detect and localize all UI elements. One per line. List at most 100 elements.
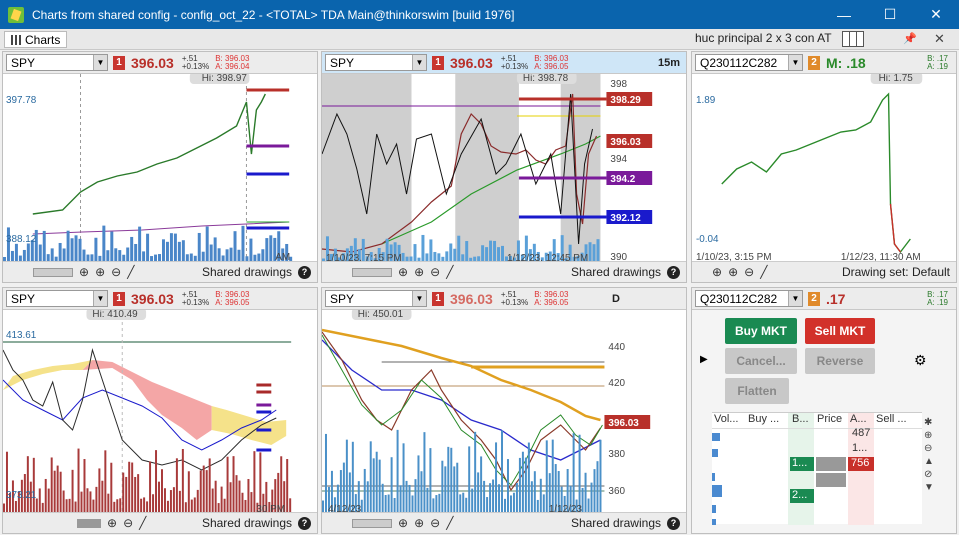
drawing-set-selector[interactable]: Shared drawings [202, 265, 292, 279]
close-button[interactable]: ✕ [913, 0, 959, 29]
drawing-line-icon[interactable]: ╱ [446, 516, 453, 530]
symbol-selector[interactable]: SPY ▼ [6, 54, 108, 71]
zoom-out-icon[interactable]: ⊖ [111, 265, 121, 279]
drawing-line-icon[interactable]: ╱ [446, 265, 453, 279]
crosshair-icon[interactable]: ⊕ [398, 516, 408, 530]
crosshair-icon[interactable]: ⊕ [712, 265, 722, 279]
expand-chevron-icon[interactable]: ▶ [700, 354, 708, 365]
flatten-button[interactable]: Flatten [725, 378, 789, 404]
help-icon[interactable]: ? [667, 516, 680, 530]
window-close-x-icon[interactable]: ✕ [934, 31, 945, 47]
link-group-badge[interactable]: 2 [808, 55, 820, 70]
maximize-button[interactable]: ☐ [867, 0, 913, 29]
chevron-down-icon[interactable]: ▼ [788, 291, 802, 306]
col-ask-size[interactable]: A... [848, 413, 874, 428]
chart-canvas[interactable]: Hi: 450.01 396.03 440 420 380 360 4/12/2… [322, 310, 686, 514]
settings-small-icon[interactable]: ✱ [924, 416, 934, 429]
symbol-selector[interactable]: SPY ▼ [325, 290, 427, 307]
crosshair-icon[interactable]: ⊕ [398, 265, 408, 279]
symbol-selector[interactable]: Q230112C282 ▼ [695, 54, 803, 71]
price-chart[interactable]: Hi: 398.97 397.78 388.12 AM [3, 74, 317, 263]
chevron-down-icon[interactable]: ▼ [412, 55, 426, 70]
zoom-in-icon[interactable]: ⊕ [95, 265, 105, 279]
zoom-out-icon[interactable]: ⊖ [430, 265, 440, 279]
link-group-badge[interactable]: 1 [432, 55, 444, 70]
center-icon[interactable]: ⊘ [924, 468, 934, 481]
horizontal-scroller[interactable] [33, 267, 73, 277]
zoom-out-icon[interactable]: ⊖ [123, 516, 133, 530]
drawing-set-selector[interactable]: Drawing set: Default [842, 265, 950, 279]
scroll-down-icon[interactable]: ▼ [924, 481, 934, 494]
drawing-line-icon[interactable]: ╱ [760, 265, 767, 279]
minimize-button[interactable]: — [821, 0, 867, 29]
link-group-badge[interactable]: 1 [432, 291, 444, 306]
col-buy-orders[interactable]: Buy ... [744, 413, 788, 428]
bottom-price-label: -0.04 [696, 234, 719, 245]
chevron-down-icon[interactable]: ▼ [788, 55, 802, 70]
horizontal-scroller[interactable] [77, 518, 101, 528]
bid-cell-1[interactable]: 1... [790, 457, 814, 471]
drawing-set-selector[interactable]: Shared drawings [571, 265, 661, 279]
zoom-out-icon[interactable]: ⊖ [924, 442, 934, 455]
link-group-badge[interactable]: 2 [808, 291, 820, 306]
chevron-down-icon[interactable]: ▼ [93, 55, 107, 70]
link-group-badge[interactable]: 1 [113, 55, 125, 70]
zoom-out-icon[interactable]: ⊖ [744, 265, 754, 279]
zoom-in-icon[interactable]: ⊕ [414, 265, 424, 279]
zoom-in-icon[interactable]: ⊕ [107, 516, 117, 530]
bid-cell-2[interactable]: 2... [790, 489, 814, 503]
scroll-up-icon[interactable]: ▲ [924, 455, 934, 468]
sell-market-button[interactable]: Sell MKT [805, 318, 875, 344]
col-sell-orders[interactable]: Sell ... [874, 413, 922, 428]
chart-canvas[interactable]: Hi: 398.97 397.78 388.12 AM [3, 74, 317, 263]
price-ladder[interactable]: Vol... Buy ... B... Price A... Sell ... … [712, 412, 922, 525]
price-chart[interactable]: Hi: 450.01 396.03 440 420 380 360 4/12/2… [322, 310, 686, 514]
link-group-badge[interactable]: 1 [113, 291, 125, 306]
price-chart[interactable]: Hi: 398.78 398.29 396.03 394.2 392.12 39… [322, 74, 686, 263]
symbol-selector[interactable]: SPY ▼ [6, 290, 108, 307]
horizontal-scroller[interactable] [352, 518, 392, 528]
crosshair-icon[interactable]: ⊕ [79, 265, 89, 279]
price-chart[interactable]: Hi: 410.49 413.61 373.21 30 PM [3, 310, 317, 514]
pin-icon[interactable]: 📌 [903, 32, 917, 45]
chevron-down-icon[interactable]: ▼ [412, 291, 426, 306]
drawing-set-selector[interactable]: Shared drawings [571, 516, 661, 530]
window-title-bar: Charts from shared config - config_oct_2… [0, 0, 959, 29]
symbol-selector[interactable]: SPY ▼ [325, 54, 427, 71]
price-cell-current[interactable] [816, 457, 846, 471]
grid-layout-icon[interactable] [842, 31, 864, 47]
zoom-out-icon[interactable]: ⊖ [430, 516, 440, 530]
drawing-line-icon[interactable]: ╱ [139, 516, 146, 530]
zoom-in-icon[interactable]: ⊕ [728, 265, 738, 279]
price-chart[interactable]: Hi: 1.75 1.89 -0.04 1/10/23, 3:15 PM 1/1… [692, 74, 956, 263]
drawing-line-icon[interactable]: ╱ [127, 265, 134, 279]
ladder-controls: ✱ ⊕ ⊖ ▲ ⊘ ▼ [924, 416, 934, 494]
zoom-in-icon[interactable]: ⊕ [924, 429, 934, 442]
chart-canvas[interactable]: Hi: 398.78 398.29 396.03 394.2 392.12 39… [322, 74, 686, 263]
price-cell-last[interactable] [816, 473, 846, 487]
drawing-set-selector[interactable]: Shared drawings [202, 516, 292, 530]
chevron-down-icon[interactable]: ▼ [93, 291, 107, 306]
chart-canvas[interactable]: Hi: 410.49 413.61 373.21 30 PM [3, 310, 317, 514]
chart-canvas[interactable]: Hi: 1.75 1.89 -0.04 1/10/23, 3:15 PM 1/1… [692, 74, 956, 263]
col-price[interactable]: Price [814, 413, 848, 428]
buy-market-button[interactable]: Buy MKT [725, 318, 797, 344]
help-icon[interactable]: ? [298, 516, 311, 530]
col-volume[interactable]: Vol... [712, 413, 744, 428]
charts-tab[interactable]: Charts [4, 31, 68, 48]
timeframe-selector[interactable]: D [612, 293, 620, 305]
ask-cell-1[interactable]: 1... [852, 442, 867, 454]
symbol-selector[interactable]: Q230112C282 ▼ [695, 290, 803, 307]
timeframe-selector[interactable]: 15m [658, 57, 680, 69]
reverse-button[interactable]: Reverse [805, 348, 875, 374]
gear-icon[interactable]: ⚙ [914, 352, 927, 369]
horizontal-scroller[interactable] [352, 267, 392, 277]
zoom-in-icon[interactable]: ⊕ [414, 516, 424, 530]
col-bid-size[interactable]: B... [788, 413, 814, 428]
grid-layout-name[interactable]: huc principal 2 x 3 con AT [695, 31, 832, 45]
help-icon[interactable]: ? [667, 265, 680, 279]
cancel-button[interactable]: Cancel... [725, 348, 797, 374]
help-icon[interactable]: ? [298, 265, 311, 279]
ask-cell-487[interactable]: 487 [852, 427, 870, 439]
ask-cell-756[interactable]: 756 [848, 457, 874, 471]
